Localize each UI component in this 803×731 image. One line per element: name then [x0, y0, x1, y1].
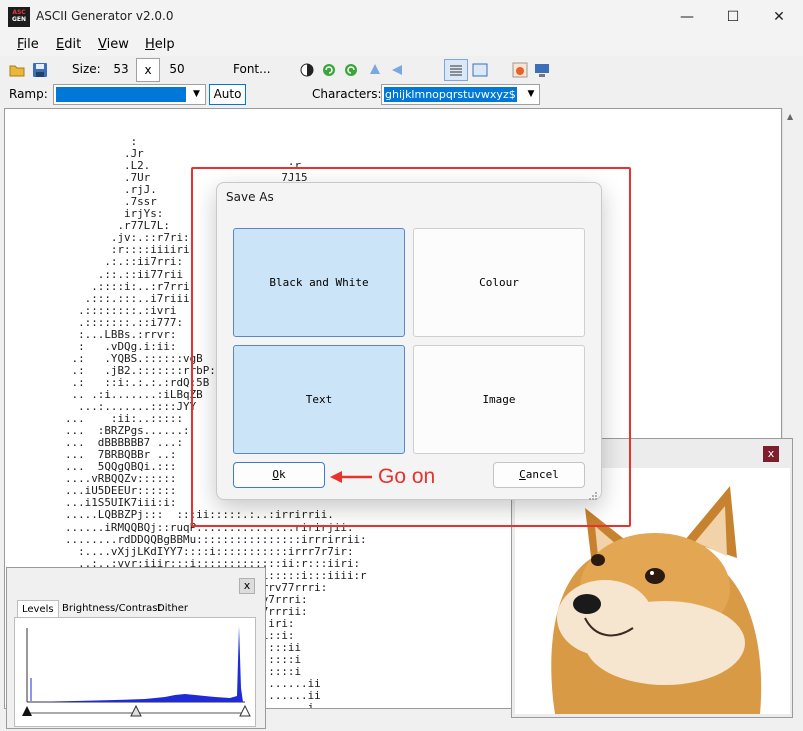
menu-edit[interactable]: Edit — [56, 37, 81, 52]
tab-dither[interactable]: Dither — [153, 600, 192, 617]
font-button[interactable]: Font... — [233, 62, 271, 76]
menu-help[interactable]: Help — [145, 37, 175, 52]
close-button[interactable]: ✕ — [756, 0, 802, 34]
rotate-left-icon[interactable] — [320, 61, 338, 79]
image-view-icon[interactable] — [471, 61, 489, 79]
black-point-slider[interactable] — [22, 706, 32, 716]
app-logo-icon: ASC GEN — [8, 7, 30, 27]
save-icon[interactable] — [31, 61, 49, 79]
open-icon[interactable] — [8, 61, 26, 79]
characters-label: Characters: — [312, 87, 382, 101]
white-point-slider[interactable] — [239, 704, 251, 717]
height-field[interactable]: 50 — [162, 58, 192, 82]
auto-button[interactable]: Auto — [209, 84, 246, 105]
settings-icon[interactable] — [533, 61, 551, 79]
levels-histogram-area — [14, 617, 256, 727]
tab-brightness-contrast[interactable]: Brightness/Contrast — [58, 600, 165, 617]
size-times: x — [136, 58, 160, 82]
mid-point-slider[interactable] — [130, 704, 142, 717]
ramp-input[interactable]: ▼ — [53, 84, 206, 105]
flip-vertical-icon[interactable] — [366, 61, 384, 79]
invert-icon[interactable] — [298, 61, 316, 79]
menu-file[interactable]: File — [17, 37, 39, 52]
colour-icon[interactable] — [511, 61, 529, 79]
rotate-right-icon[interactable] — [342, 61, 360, 79]
text-view-icon[interactable] — [444, 59, 468, 81]
maximize-button[interactable]: ☐ — [710, 0, 756, 34]
characters-input[interactable]: ghijklmnopqrstuvwxyz$ ▼ — [381, 84, 540, 105]
annotation-label: Go on — [378, 465, 436, 488]
minimize-button[interactable]: — — [664, 0, 710, 34]
window-title: ASCII Generator v2.0.0 — [36, 9, 174, 23]
arrow-icon — [330, 468, 374, 486]
histogram — [22, 626, 251, 717]
levels-close-button[interactable]: x — [239, 578, 255, 594]
ramp-label: Ramp: — [9, 87, 48, 101]
tab-levels[interactable]: Levels — [17, 600, 59, 617]
flip-horizontal-icon[interactable] — [388, 61, 406, 79]
size-label: Size: — [72, 62, 101, 76]
preview-close-button[interactable]: x — [763, 446, 779, 462]
width-field[interactable]: 53 — [106, 58, 136, 82]
menu-view[interactable]: View — [98, 37, 129, 52]
